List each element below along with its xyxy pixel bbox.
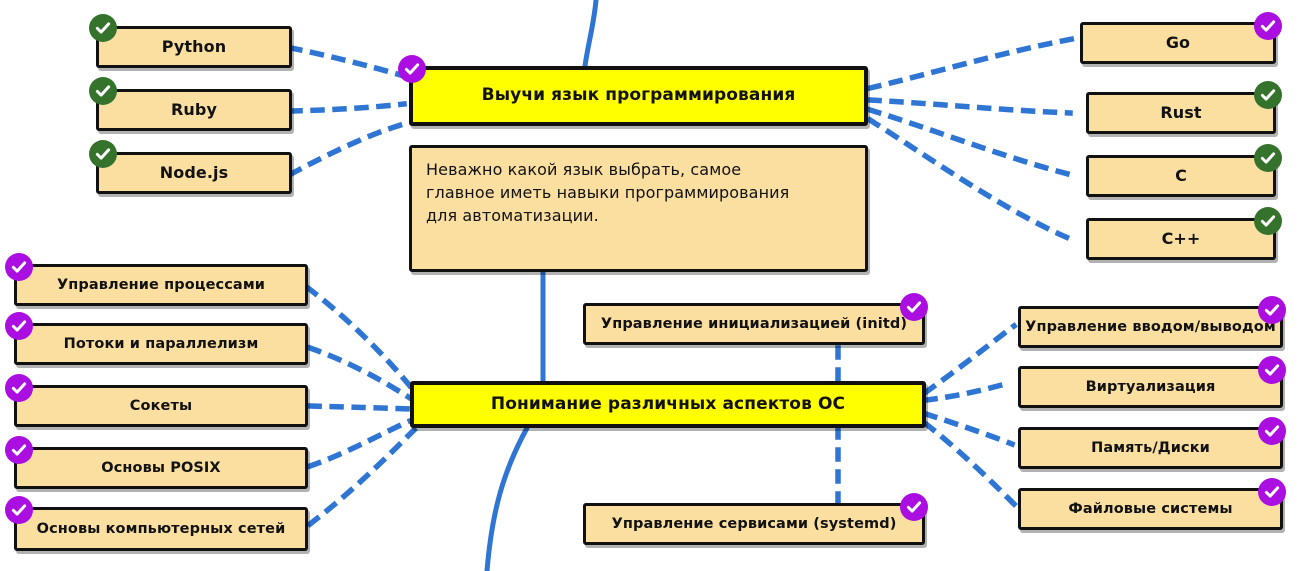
roadmap-diagram: Python Ruby Node.js Выучи язык программи…	[0, 0, 1301, 571]
node-label: Ruby	[171, 99, 217, 119]
status-badge-recommended-go[interactable]	[1254, 12, 1282, 40]
status-badge-done-rust[interactable]	[1254, 81, 1282, 109]
edge-rust	[867, 97, 1073, 116]
status-badge-recommended-service-management[interactable]	[900, 493, 928, 521]
node-label: C++	[1161, 228, 1201, 248]
edge-networks	[306, 426, 418, 528]
node-label: Виртуализация	[1085, 378, 1216, 395]
edge-cpp	[866, 116, 1072, 242]
status-badge-recommended-computer-networks-basics[interactable]	[5, 496, 33, 524]
status-badge-done-ruby[interactable]	[89, 77, 117, 105]
node-label: Управление сервисами (systemd)	[611, 515, 897, 532]
node-label: Управление процессами	[56, 276, 266, 293]
node-label: Файловые системы	[1068, 500, 1233, 517]
node-label: Управление вводом/выводом	[1025, 318, 1276, 335]
status-badge-done-cpp[interactable]	[1254, 207, 1282, 235]
edge-nodejs	[287, 120, 408, 178]
node-service-management[interactable]: Управление сервисами (systemd)	[583, 503, 925, 545]
edge-go	[866, 34, 1082, 92]
spine-top	[582, 0, 599, 69]
node-computer-networks-basics[interactable]: Основы компьютерных сетей	[14, 507, 308, 551]
node-init-management[interactable]: Управление инициализацией (initd)	[583, 303, 925, 345]
node-memory-disks[interactable]: Память/Диски	[1018, 427, 1283, 469]
node-label: Потоки и параллелизм	[63, 335, 259, 352]
status-badge-done-nodejs[interactable]	[89, 140, 117, 168]
status-badge-recommended-init-management[interactable]	[900, 293, 928, 321]
edge-processes	[304, 284, 414, 390]
node-rust[interactable]: Rust	[1086, 92, 1276, 134]
status-badge-recommended-sockets[interactable]	[5, 374, 33, 402]
edge-filesystems	[922, 420, 1018, 508]
note-text: Неважно какой язык выбрать, самое главно…	[426, 160, 790, 226]
node-nodejs[interactable]: Node.js	[96, 152, 292, 194]
node-ruby[interactable]: Ruby	[96, 89, 292, 131]
edge-python	[287, 44, 408, 80]
status-badge-done-python[interactable]	[89, 14, 117, 42]
node-label: Выучи язык программирования	[481, 85, 796, 106]
node-learn-programming-language[interactable]: Выучи язык программирования	[409, 66, 868, 126]
node-understand-os-aspects[interactable]: Понимание различных аспектов ОС	[410, 381, 926, 428]
node-label: Go	[1165, 32, 1191, 52]
node-label: C	[1175, 165, 1187, 185]
node-label: Node.js	[159, 162, 229, 182]
node-label: Основы компьютерных сетей	[36, 520, 286, 537]
node-label: Python	[161, 36, 227, 56]
edge-c	[866, 106, 1072, 178]
note-language-choice: Неважно какой язык выбрать, самое главно…	[409, 145, 868, 272]
node-sockets[interactable]: Сокеты	[14, 385, 308, 427]
status-badge-recommended-process-management[interactable]	[5, 253, 33, 281]
node-virtualization[interactable]: Виртуализация	[1018, 366, 1283, 408]
status-badge-recommended-virtualization[interactable]	[1258, 356, 1286, 384]
node-python[interactable]: Python	[96, 26, 292, 68]
edge-threads	[306, 344, 414, 402]
node-process-management[interactable]: Управление процессами	[14, 264, 308, 306]
node-io-management[interactable]: Управление вводом/выводом	[1018, 306, 1283, 348]
status-badge-recommended-file-systems[interactable]	[1258, 478, 1286, 506]
status-badge-done-c[interactable]	[1254, 144, 1282, 172]
node-cpp[interactable]: C++	[1086, 218, 1276, 260]
node-label: Rust	[1160, 102, 1202, 122]
node-file-systems[interactable]: Файловые системы	[1018, 488, 1283, 530]
spine-bottom	[484, 425, 530, 571]
edge-ruby	[288, 100, 408, 114]
node-label: Основы POSIX	[101, 459, 221, 476]
edge-posix	[306, 416, 416, 470]
node-posix-basics[interactable]: Основы POSIX	[14, 447, 308, 489]
status-badge-recommended-memory-disks[interactable]	[1258, 417, 1286, 445]
node-c[interactable]: C	[1086, 155, 1276, 197]
edge-virt	[922, 378, 1016, 404]
node-label: Сокеты	[129, 397, 193, 414]
status-badge-recommended-threads-concurrency[interactable]	[5, 312, 33, 340]
edge-sockets	[307, 403, 415, 412]
node-label: Память/Диски	[1091, 439, 1210, 456]
node-label: Управление инициализацией (initd)	[600, 315, 908, 332]
status-badge-recommended-posix-basics[interactable]	[5, 436, 33, 464]
status-badge-recommended-io-management[interactable]	[1258, 296, 1286, 324]
node-label: Понимание различных аспектов ОС	[490, 393, 846, 414]
edge-memory	[922, 410, 1016, 448]
node-threads-concurrency[interactable]: Потоки и параллелизм	[14, 323, 308, 365]
edge-io	[922, 322, 1018, 396]
status-badge-recommended-learn-language[interactable]	[398, 55, 426, 83]
node-go[interactable]: Go	[1080, 22, 1276, 64]
